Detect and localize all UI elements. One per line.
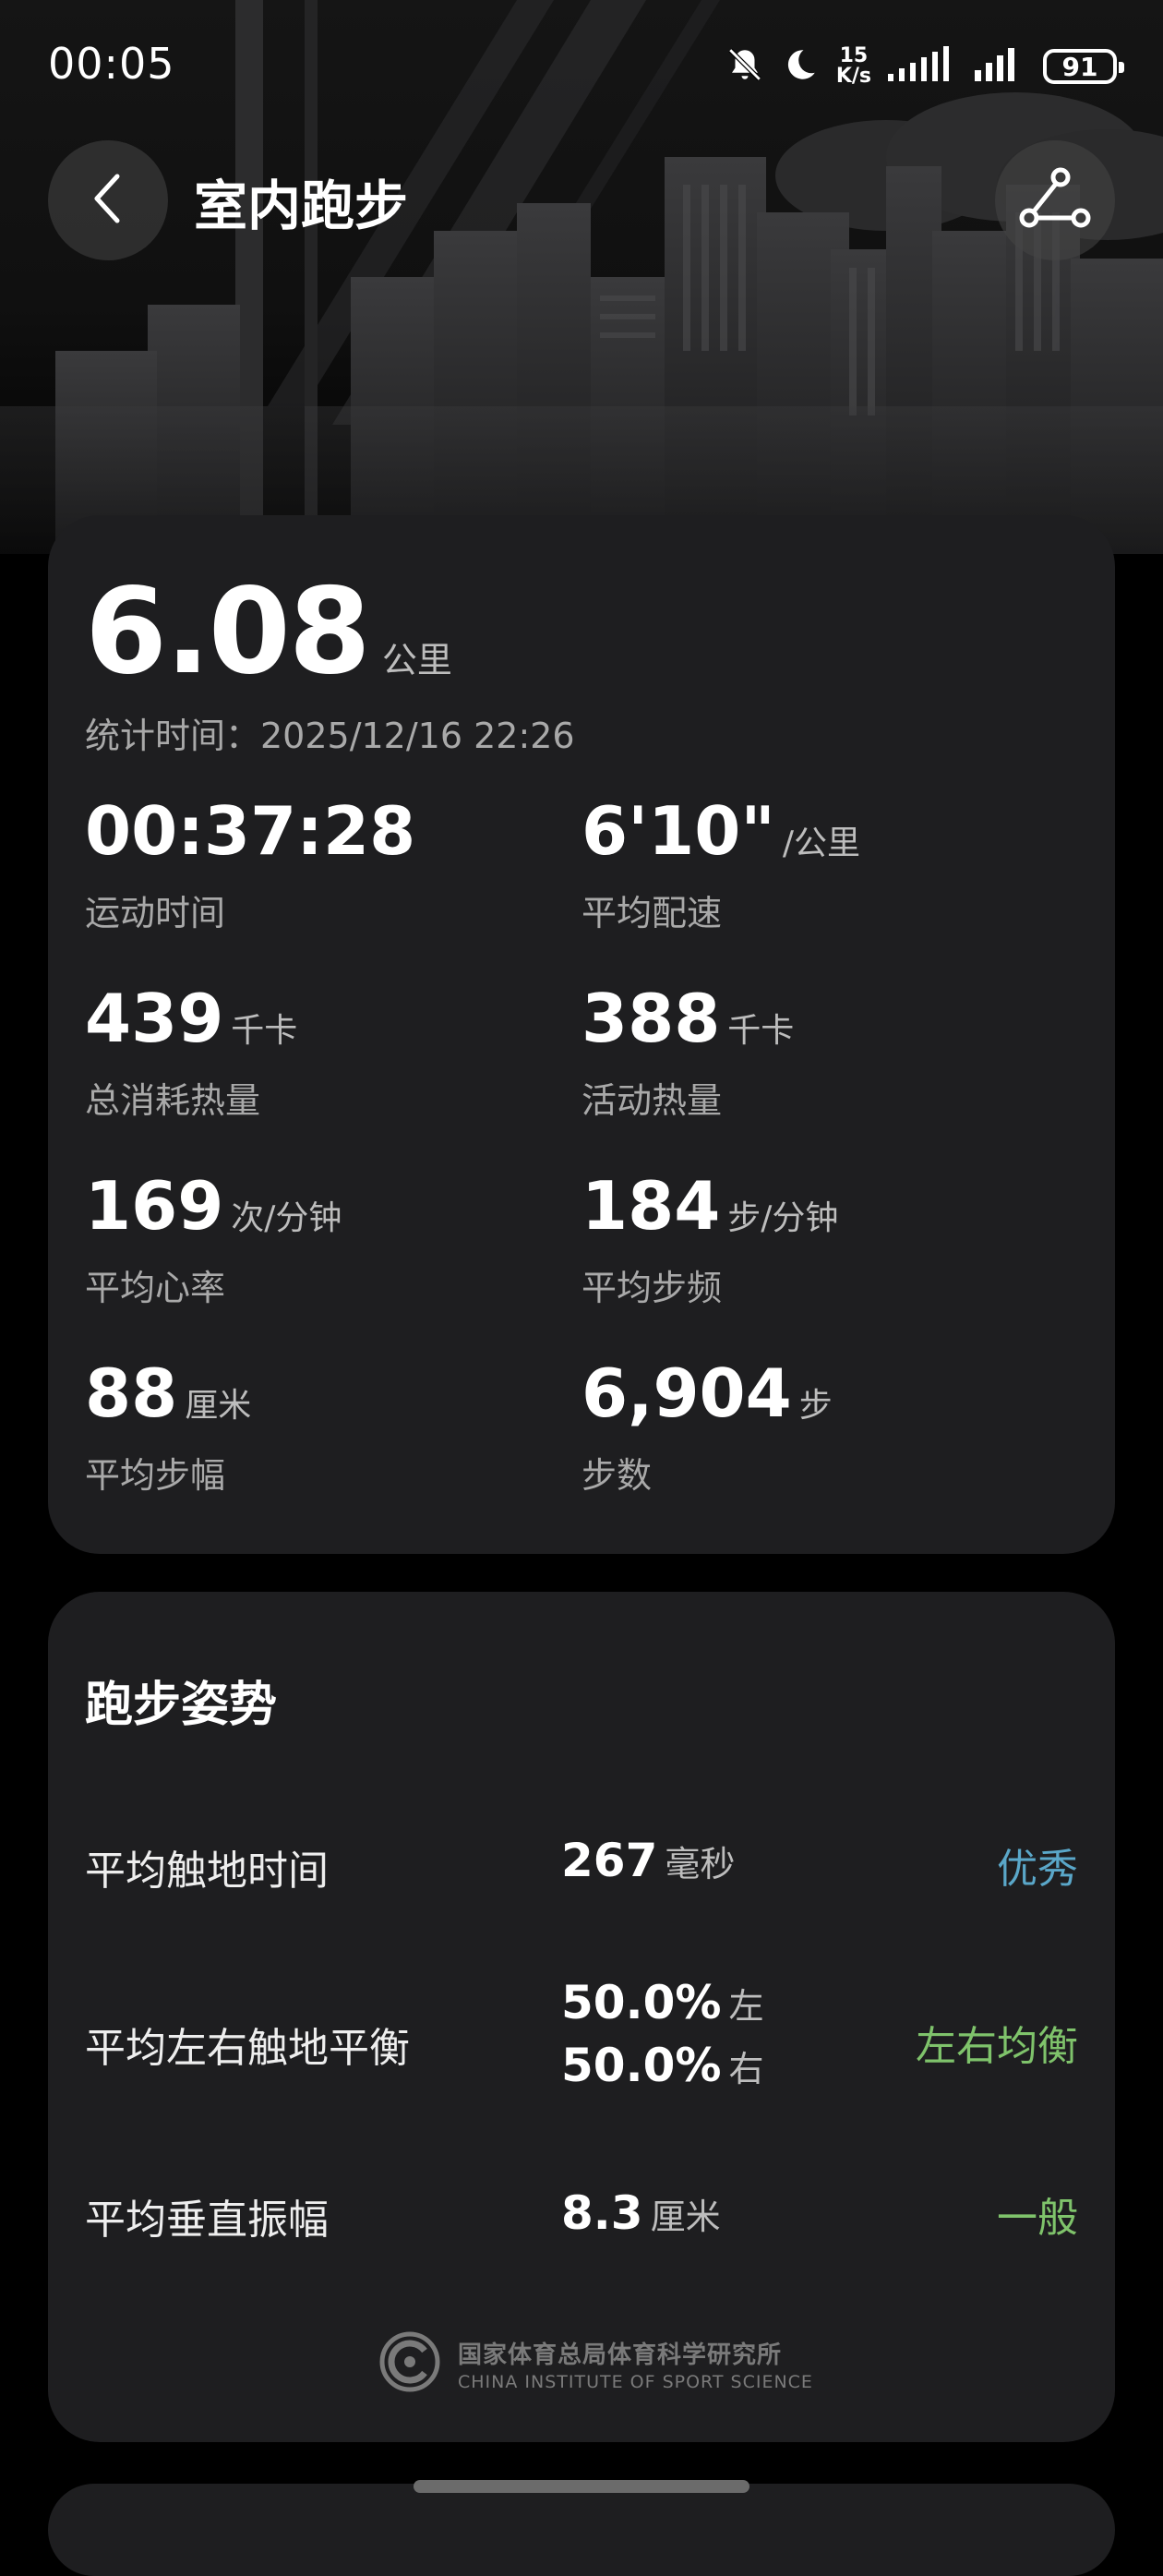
back-button[interactable]	[48, 140, 168, 260]
metric-avg-stride: 88 厘米 平均步幅	[85, 1354, 252, 1496]
mute-icon	[725, 45, 764, 88]
next-card	[48, 2484, 1115, 2576]
signal-icon-2	[975, 46, 1026, 87]
home-indicator[interactable]	[414, 2480, 749, 2493]
running-form-card: 跑步姿势 平均触地时间 267 毫秒 优秀 平均左右触地平衡 50.0% 左 50.…	[48, 1592, 1115, 2442]
row-label-balance: 平均左右触地平衡	[85, 2025, 410, 2072]
network-speed: 15 K/s	[835, 44, 871, 88]
metric-total-calories: 439 千卡 总消耗热量	[85, 980, 298, 1121]
distance-unit: 公里	[381, 640, 452, 680]
distance: 6.08 公里	[85, 563, 452, 701]
rating-vertical-oscillation: 一般	[997, 2195, 1078, 2242]
share-icon	[1018, 166, 1092, 235]
row-value-balance-left: 50.0% 左	[561, 1976, 764, 2029]
stat-time: 统计时间：2025/12/16 22:26	[85, 716, 575, 756]
row-value-vertical-oscillation: 8.3 厘米	[561, 2186, 721, 2240]
rating-ground-contact: 优秀	[997, 1846, 1078, 1893]
clock: 00:05	[48, 39, 175, 89]
page-title: 室内跑步	[194, 175, 409, 237]
metric-steps: 6,904 步 步数	[582, 1354, 833, 1496]
battery-indicator: 91	[1043, 49, 1124, 84]
metric-duration: 00:37:28 运动时间	[85, 792, 416, 933]
metric-avg-cadence: 184 步/分钟 平均步频	[582, 1167, 839, 1308]
chevron-left-icon	[90, 171, 126, 230]
row-label-vertical-oscillation: 平均垂直振幅	[85, 2197, 329, 2244]
moon-icon	[781, 45, 820, 88]
institute-logo-icon	[378, 2330, 441, 2397]
metric-avg-heart-rate: 169 次/分钟 平均心率	[85, 1167, 342, 1308]
row-value-balance-right: 50.0% 右	[561, 2039, 764, 2092]
institute-credit: 国家体育总局体育科学研究所 CHINA INSTITUTE OF SPORT S…	[378, 2330, 813, 2397]
metric-avg-pace: 6'10"/公里 平均配速	[582, 792, 860, 933]
distance-value: 6.08	[85, 563, 371, 701]
status-icons: 15 K/s 91	[725, 41, 1124, 92]
row-label-ground-contact: 平均触地时间	[85, 1848, 329, 1895]
metric-active-calories: 388 千卡 活动热量	[582, 980, 795, 1121]
status-bar: 00:05 15 K/s 91	[0, 0, 1163, 138]
institute-name-cn: 国家体育总局体育科学研究所	[458, 2341, 783, 2369]
institute-name-en: CHINA INSTITUTE OF SPORT SCIENCE	[458, 2371, 813, 2392]
row-value-ground-contact: 267 毫秒	[561, 1834, 736, 1887]
share-button[interactable]	[995, 140, 1115, 260]
workout-summary-card: 6.08 公里 统计时间：2025/12/16 22:26 00:37:28 运…	[48, 515, 1115, 1554]
section-title: 跑步姿势	[85, 1678, 278, 1733]
rating-balance: 左右均衡	[916, 2023, 1078, 2070]
signal-icon	[888, 46, 958, 87]
